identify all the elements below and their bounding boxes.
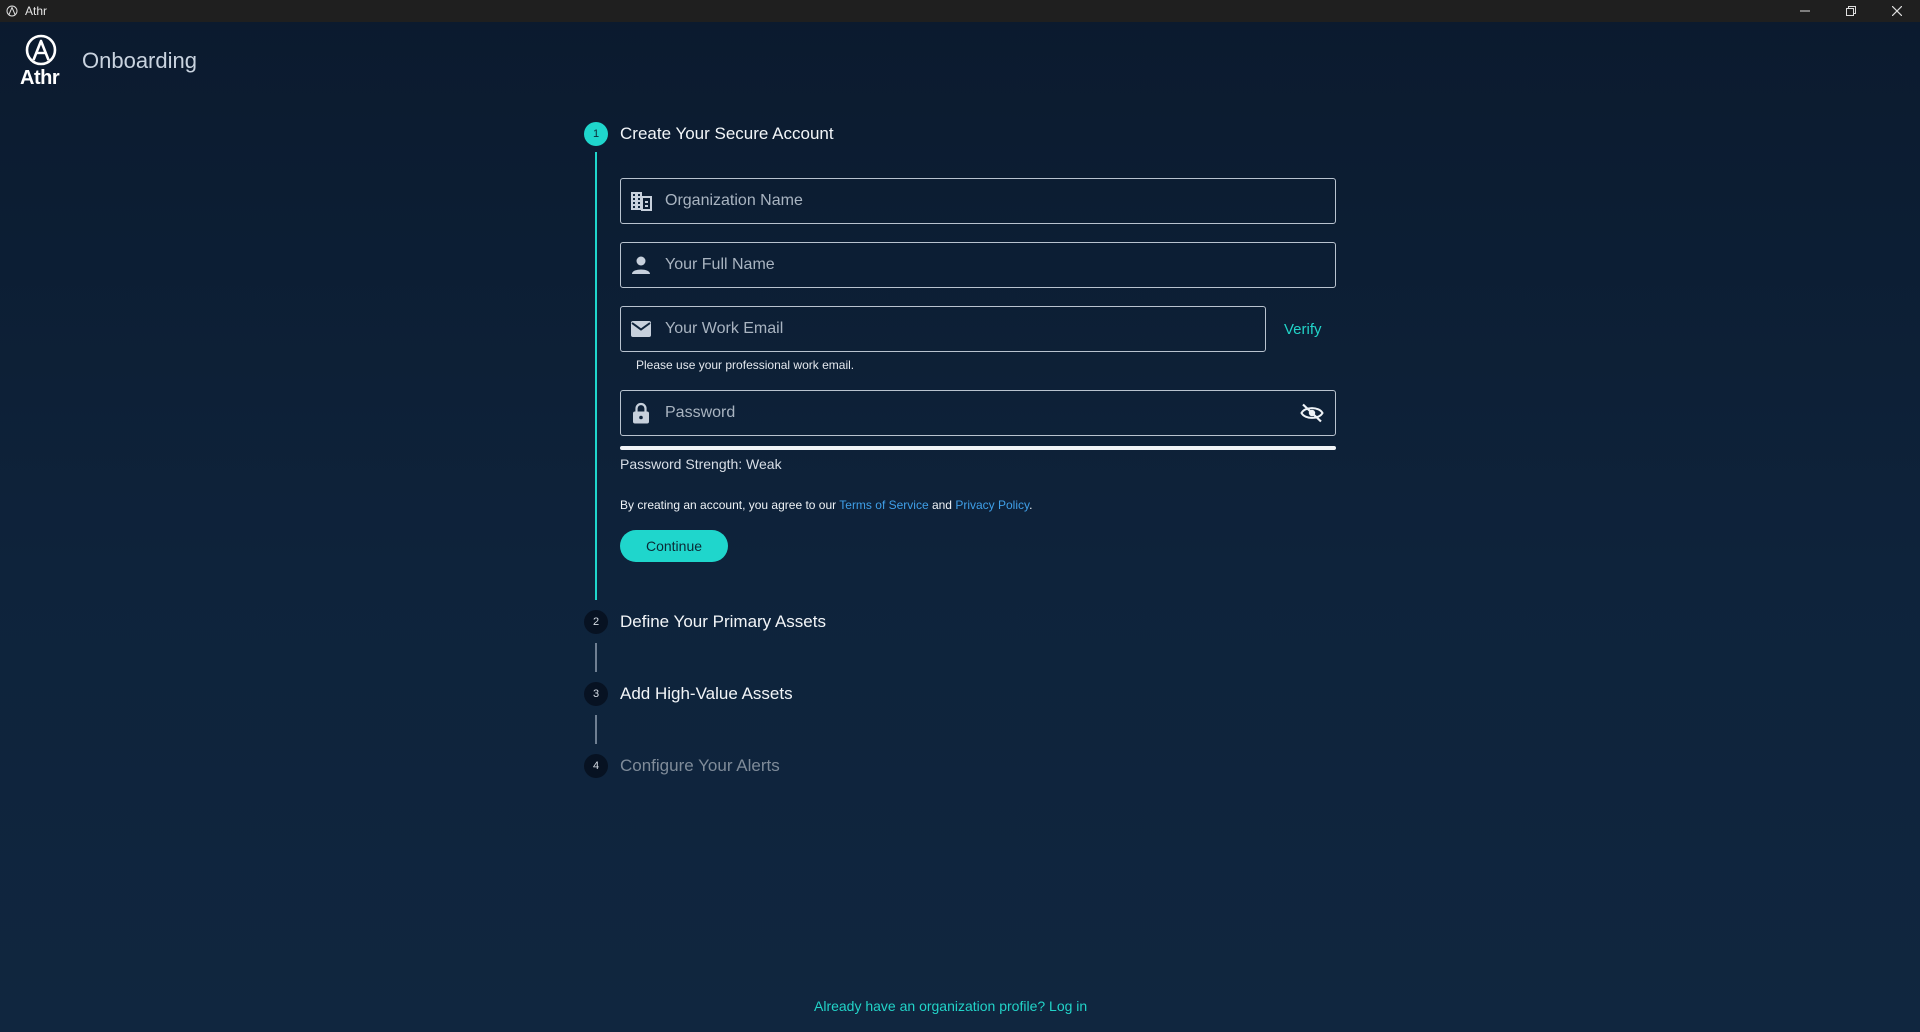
organization-name-input[interactable] bbox=[665, 181, 1335, 221]
close-icon bbox=[1892, 6, 1902, 16]
minimize-button[interactable] bbox=[1782, 0, 1828, 22]
full-name-input[interactable] bbox=[665, 245, 1335, 285]
terms-agreement: By creating an account, you agree to our… bbox=[620, 498, 1032, 512]
step-4-label: Configure Your Alerts bbox=[620, 756, 780, 775]
brand-logo: Athr bbox=[18, 34, 64, 90]
onboarding-stepper: 1 Create Your Secure Account Organizatio… bbox=[584, 0, 1344, 1032]
privacy-policy-link[interactable]: Privacy Policy bbox=[955, 498, 1029, 512]
step-2-indicator: 2 bbox=[584, 610, 608, 634]
full-name-field[interactable] bbox=[620, 242, 1336, 288]
window-title: Athr bbox=[25, 4, 48, 18]
step-3-connector bbox=[595, 715, 597, 744]
restore-icon bbox=[1846, 6, 1856, 16]
person-icon bbox=[629, 253, 653, 277]
step-1-connector bbox=[595, 152, 597, 600]
terms-middle: and bbox=[928, 498, 956, 512]
email-help-text: Please use your professional work email. bbox=[636, 358, 855, 372]
work-email-input[interactable] bbox=[665, 309, 1265, 349]
password-strength-label: Password Strength: Weak bbox=[620, 456, 782, 472]
verify-email-button[interactable]: Verify bbox=[1284, 321, 1322, 338]
organization-name-field[interactable] bbox=[620, 178, 1336, 224]
terms-prefix: By creating an account, you agree to our bbox=[620, 498, 840, 512]
terms-of-service-link[interactable]: Terms of Service bbox=[839, 498, 928, 512]
work-email-field[interactable] bbox=[620, 306, 1266, 352]
continue-button[interactable]: Continue bbox=[620, 530, 728, 562]
password-field[interactable] bbox=[620, 390, 1336, 436]
password-strength-bar bbox=[620, 446, 1336, 450]
step-4-indicator: 4 bbox=[584, 754, 608, 778]
step-1-indicator: 1 bbox=[584, 122, 608, 146]
athr-logo-icon bbox=[25, 34, 57, 66]
building-icon bbox=[629, 189, 653, 213]
step-3-label[interactable]: Add High-Value Assets bbox=[620, 684, 793, 704]
password-input[interactable] bbox=[665, 393, 1299, 433]
logo-text: Athr bbox=[20, 67, 60, 89]
step-2-connector bbox=[595, 643, 597, 672]
restore-button[interactable] bbox=[1828, 0, 1874, 22]
eye-off-icon[interactable] bbox=[1299, 400, 1325, 426]
step-3-indicator: 3 bbox=[584, 682, 608, 706]
lock-icon bbox=[629, 401, 653, 425]
step-1-label: Create Your Secure Account bbox=[620, 124, 834, 143]
close-button[interactable] bbox=[1874, 0, 1920, 22]
envelope-icon bbox=[629, 317, 653, 341]
terms-suffix: . bbox=[1029, 498, 1033, 512]
minimize-icon bbox=[1800, 10, 1810, 12]
window-controls bbox=[1782, 0, 1920, 22]
app-logo-icon bbox=[5, 4, 19, 18]
page-title: Onboarding bbox=[82, 48, 197, 73]
password-strength-fill bbox=[620, 446, 1336, 450]
step-2-label[interactable]: Define Your Primary Assets bbox=[620, 612, 826, 632]
login-link[interactable]: Already have an organization profile? Lo… bbox=[814, 998, 1087, 1014]
